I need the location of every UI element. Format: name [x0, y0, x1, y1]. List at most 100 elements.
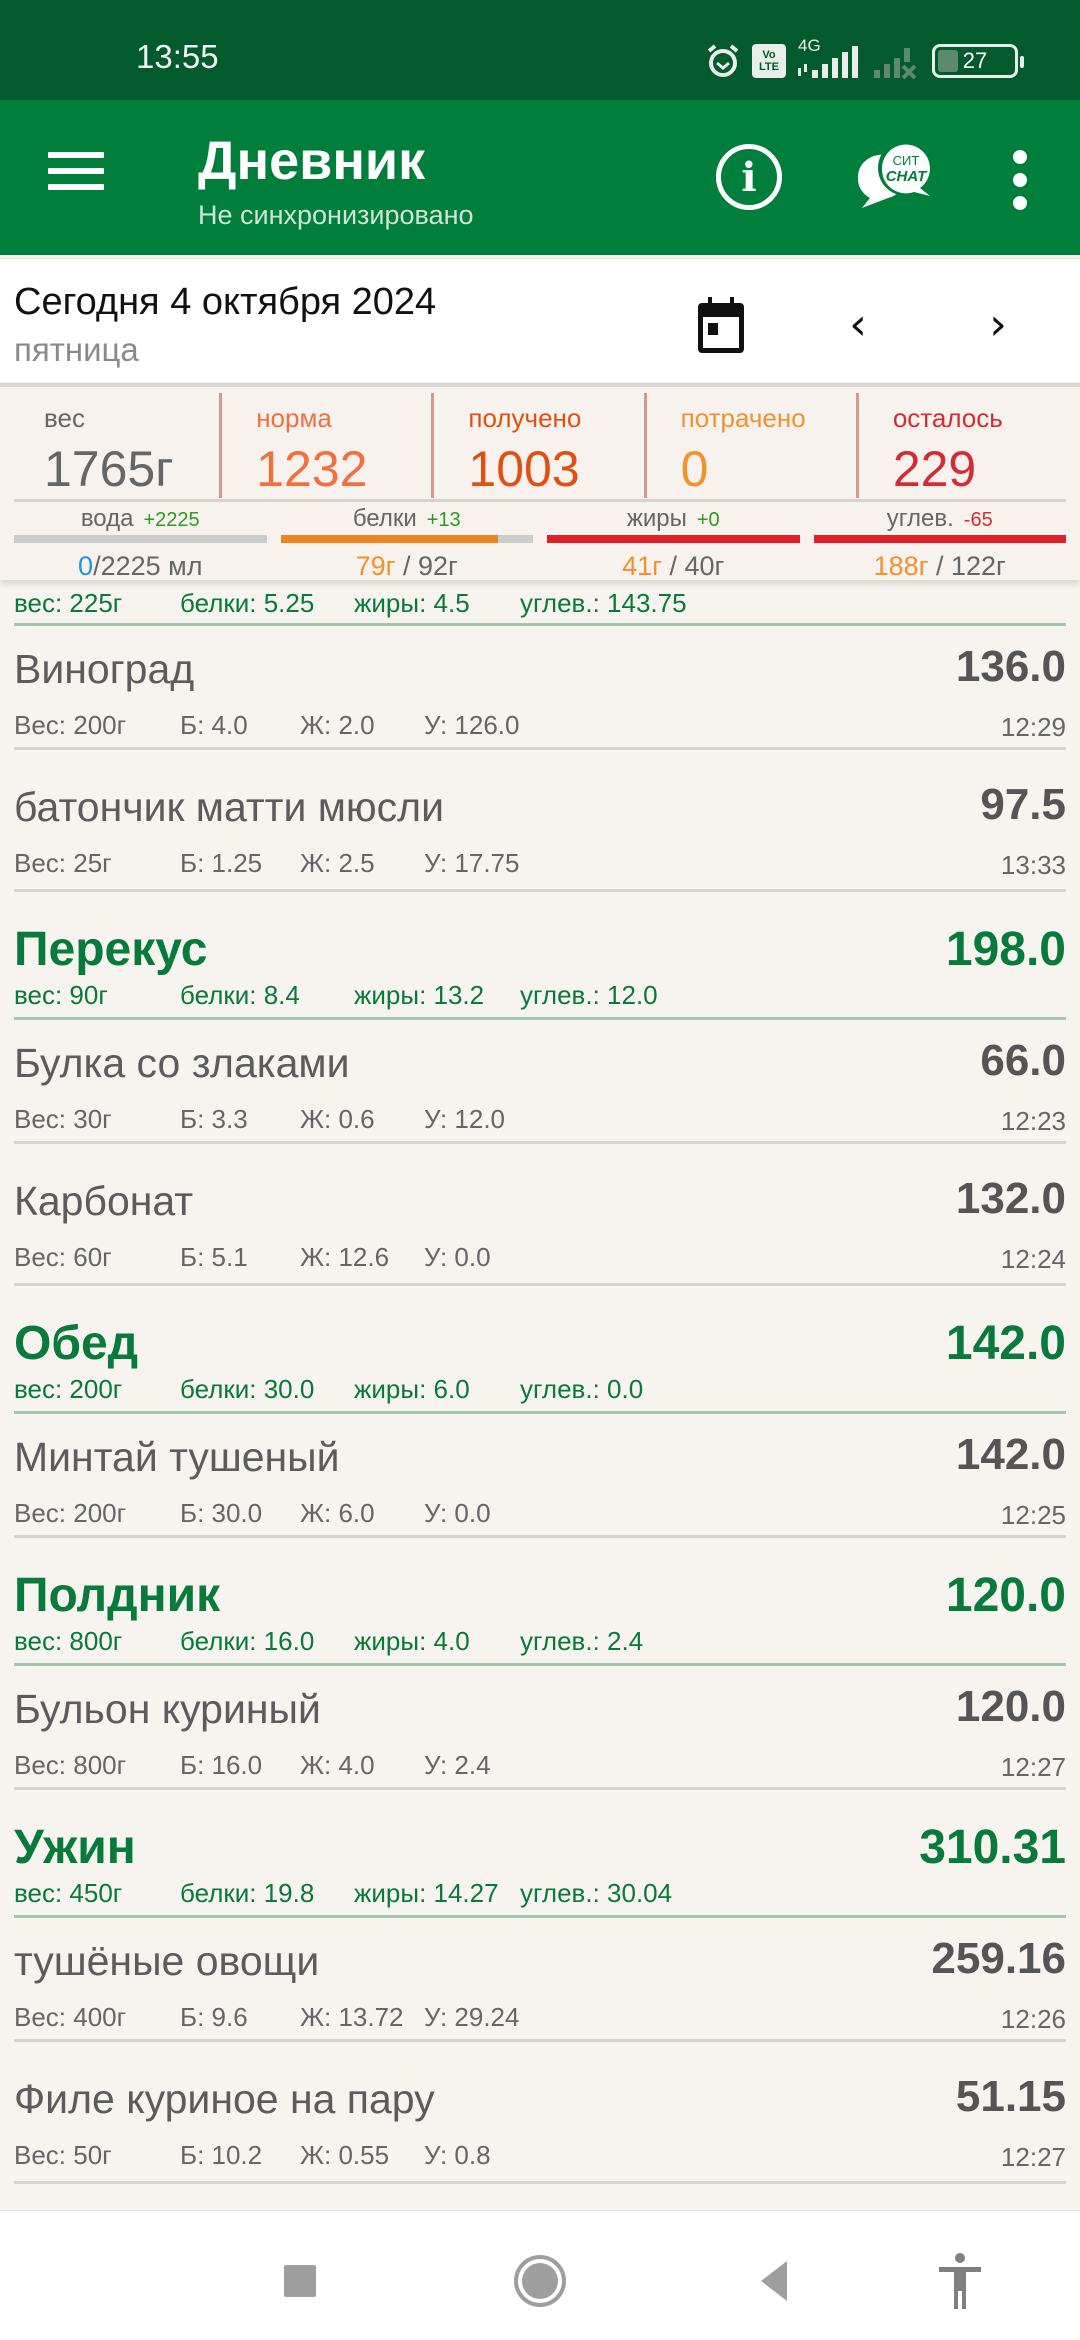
accessibility-icon — [939, 2253, 981, 2309]
meal-protein: белки: 30.0 — [180, 1374, 315, 1404]
more-vert-icon-dot — [1013, 196, 1027, 210]
food-protein: Б: 1.25 — [180, 848, 263, 878]
macro-current: 41г — [622, 551, 662, 581]
food-time: 12:24 — [1000, 1244, 1066, 1274]
meal-macros: вес: 450г белки: 19.8 жиры: 14.27 углев.: 3… — [14, 1878, 672, 1909]
more-options-button[interactable] — [1008, 150, 1032, 210]
stat-norm: норма 1232 — [219, 393, 431, 498]
menu-button[interactable] — [48, 152, 104, 196]
food-weight: Вес: 800г — [14, 1750, 127, 1780]
stat-remaining: осталось 229 — [855, 393, 1068, 498]
macro-header: жиры +0 — [547, 505, 800, 535]
food-item[interactable]: тушёные овощи 259.16 Вес: 400г Б: 9.6 Ж: 13.… — [14, 1918, 1066, 2042]
food-kcal: 132.0 — [955, 1174, 1066, 1223]
meal-macros: вес: 800г белки: 16.0 жиры: 4.0 углев.: 2.4 — [14, 1626, 643, 1657]
signal-4g-icon: 4G — [796, 36, 862, 82]
macro-current: 0 — [78, 551, 94, 581]
meal-protein: белки: 8.4 — [180, 980, 300, 1010]
chat-icon: СИТ CHAT — [857, 140, 934, 208]
back-button[interactable] — [745, 2251, 805, 2311]
macro-current: 79г — [355, 551, 396, 581]
meal-macros: вес: 200г белки: 30.0 жиры: 6.0 углев.: 0.0 — [14, 1374, 643, 1405]
macro-progress-2: жиры +0 41г / 40г — [547, 505, 800, 581]
info-button[interactable]: i — [716, 144, 782, 210]
meal-name: Полдник — [14, 1569, 221, 1622]
macro-progress-bar — [280, 535, 533, 543]
food-time: 12:27 — [1000, 1752, 1066, 1782]
macro-delta: +13 — [426, 509, 461, 531]
meal-fat: жиры: 4.0 — [354, 1626, 470, 1656]
menu-icon-line — [48, 184, 104, 190]
macro-target: / 40г — [662, 551, 725, 581]
macro-amount: 79г / 92г — [281, 551, 534, 582]
food-name: Карбонат — [14, 1178, 194, 1224]
info-icon: i — [741, 153, 757, 201]
volte-bottom-text: LTE — [759, 61, 779, 73]
meal-kcal: 310.31 — [919, 1821, 1066, 1874]
meal-weight: вес: 450г — [14, 1878, 123, 1908]
macro-label: вода — [80, 505, 134, 532]
food-carbs: У: 12.0 — [424, 1104, 505, 1134]
stat-label: вес — [44, 403, 85, 433]
food-item[interactable]: Карбонат 132.0 Вес: 60г Б: 5.1 Ж: 12.6 У: 0.0… — [14, 1144, 1066, 1286]
macro-delta: -65 — [963, 509, 993, 531]
stat-weight: вес 1765г — [12, 393, 219, 498]
macro-progress-1: белки +13 79г / 92г — [280, 505, 534, 582]
previous-day-button[interactable]: ‹ — [838, 299, 878, 350]
meal-weight: вес: 800г — [14, 1626, 123, 1656]
meal-header[interactable]: Обед 142.0 вес: 200г белки: 30.0 жиры: 6.0 уг… — [14, 1286, 1066, 1414]
status-bar: 13:55 Vo LTE 4G 27 — [0, 0, 1080, 100]
macro-label: углев. — [886, 505, 954, 532]
status-time: 13:55 — [136, 38, 219, 75]
meal-name: Обед — [14, 1317, 139, 1370]
home-button[interactable] — [510, 2251, 570, 2311]
food-fat: Ж: 6.0 — [300, 1498, 375, 1528]
food-item[interactable]: Филе куриное на пару 51.15 Вес: 50г Б: 10.2… — [14, 2042, 1066, 2184]
macro-progress-bar — [547, 535, 800, 543]
next-day-button[interactable]: › — [978, 299, 1018, 350]
food-kcal: 142.0 — [955, 1430, 1066, 1479]
food-item[interactable]: батончик матти мюсли 97.5 Вес: 25г Б: 1.25 Ж… — [14, 750, 1066, 892]
food-item[interactable]: Виноград 136.0 Вес: 200г Б: 4.0 Ж: 2.0 У: 126… — [14, 626, 1066, 750]
food-protein: Б: 4.0 — [180, 710, 248, 740]
food-fat: Ж: 12.6 — [300, 1242, 390, 1272]
food-weight: Вес: 200г — [14, 710, 127, 740]
meal-header[interactable]: Ужин 310.31 вес: 450г белки: 19.8 жиры: 14.2… — [14, 1790, 1066, 1918]
macro-delta: +0 — [696, 509, 720, 531]
status-icons: Vo LTE 4G 27 — [704, 36, 1024, 82]
food-weight: Вес: 400г — [14, 2002, 127, 2032]
meal-name: Ужин — [14, 1821, 136, 1874]
meal-fat: жиры: 4.5 — [354, 588, 470, 618]
stat-label: получено — [468, 403, 582, 433]
food-item[interactable]: Булка со злаками 66.0 Вес: 30г Б: 3.3 Ж: 0.6… — [14, 1020, 1066, 1144]
meal-carbs: углев.: 2.4 — [520, 1626, 644, 1656]
signal-no-service-icon — [872, 40, 922, 82]
food-fat: Ж: 2.0 — [300, 710, 375, 740]
diary-list[interactable]: вес: 225г белки: 5.25 жиры: 4.5 углев.: … — [0, 580, 1080, 2210]
food-kcal: 97.5 — [980, 780, 1066, 829]
macro-progress-3: углев. -65 188г / 122г — [813, 505, 1067, 582]
food-carbs: У: 0.8 — [424, 2140, 491, 2170]
recents-button[interactable] — [270, 2251, 330, 2311]
food-name: Бульон куриный — [14, 1686, 321, 1732]
volte-top-text: Vo — [762, 49, 776, 61]
macro-progress-fill — [547, 535, 800, 543]
daily-stats-panel: вес 1765г норма 1232 получено 1003 потра… — [0, 383, 1080, 582]
meal-header[interactable]: Перекус 198.0 вес: 90г белки: 8.4 жиры: 13.2… — [14, 892, 1066, 1020]
battery-level: 27 — [962, 48, 988, 73]
meal-kcal: 120.0 — [945, 1569, 1066, 1622]
meal-fat: жиры: 13.2 — [354, 980, 485, 1010]
calendar-button[interactable] — [696, 295, 746, 355]
food-time: 12:29 — [1000, 712, 1066, 742]
meal-header[interactable]: Полдник 120.0 вес: 800г белки: 16.0 жиры: 4.… — [14, 1538, 1066, 1666]
food-protein: Б: 9.6 — [180, 2002, 248, 2032]
macro-amount: 188г / 122г — [814, 551, 1067, 582]
food-item[interactable]: Минтай тушеный 142.0 Вес: 200г Б: 30.0 Ж: 6.… — [14, 1414, 1066, 1538]
macro-progress-fill — [280, 535, 498, 543]
food-weight: Вес: 50г — [14, 2140, 112, 2170]
chat-button[interactable]: СИТ CHAT — [848, 138, 938, 214]
accessibility-button[interactable] — [930, 2251, 990, 2311]
food-item[interactable]: Бульон куриный 120.0 Вес: 800г Б: 16.0 Ж: 4.… — [14, 1666, 1066, 1790]
macro-header: углев. -65 — [814, 505, 1067, 535]
food-weight: Вес: 30г — [14, 1104, 112, 1134]
